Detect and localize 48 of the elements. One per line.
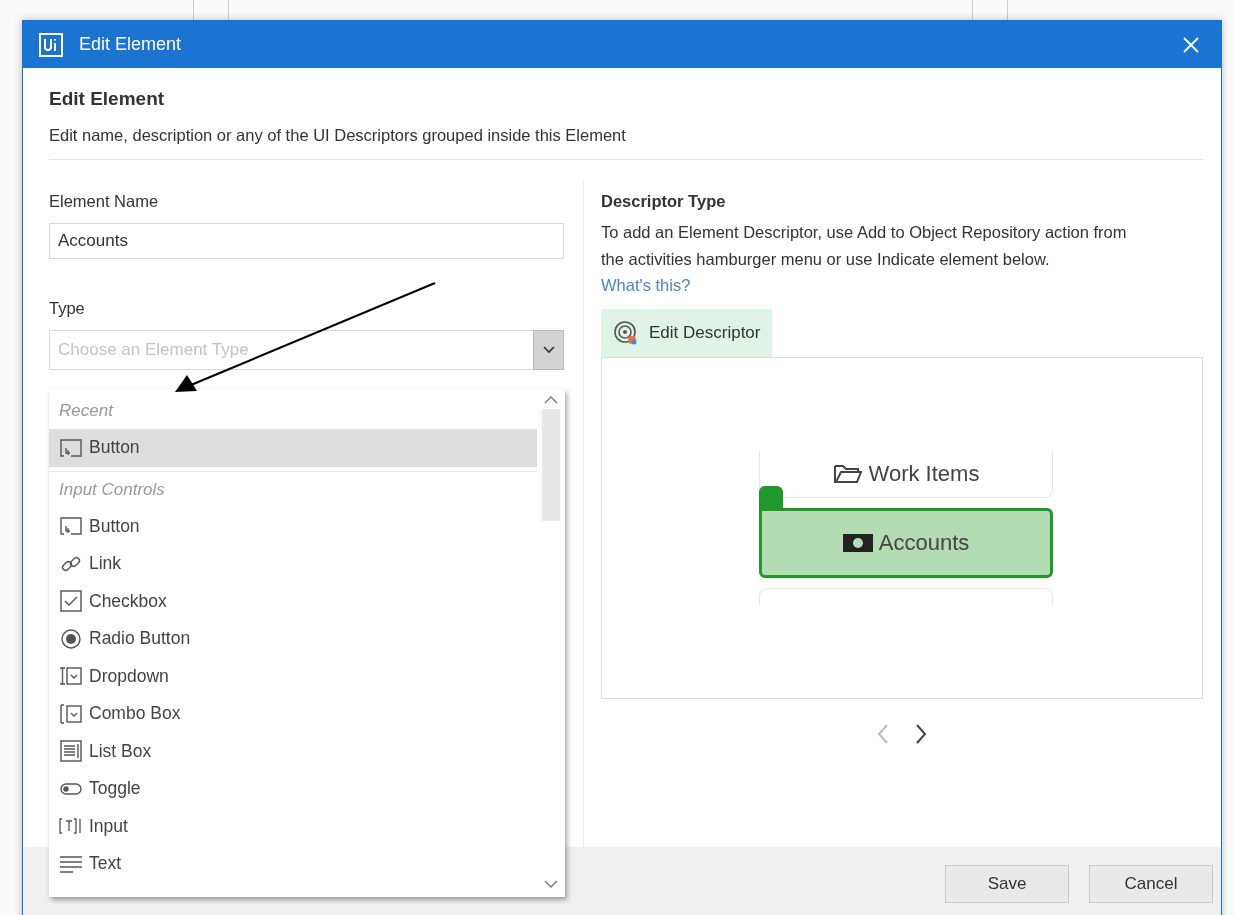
whats-this-link[interactable]: What's this? xyxy=(601,276,691,295)
dropdown-option[interactable]: Link xyxy=(49,545,537,583)
preview-label: Work Items xyxy=(868,461,980,487)
dropdown-option[interactable]: Checkbox xyxy=(49,582,537,620)
dropdown-option[interactable]: Dropdown xyxy=(49,657,537,695)
group-heading: Recent xyxy=(58,400,115,422)
dropdown-option[interactable]: Combo Box xyxy=(49,695,537,733)
dialog-button[interactable]: Cancel xyxy=(1089,865,1213,903)
button-icon xyxy=(59,515,83,538)
list-box-icon xyxy=(59,740,83,763)
folder-icon xyxy=(832,463,863,485)
dialog-heading: Edit Element xyxy=(49,88,166,110)
button-icon xyxy=(59,436,83,459)
dropdown-icon xyxy=(59,665,83,688)
radio-icon xyxy=(59,627,83,650)
group-heading: Input Controls xyxy=(58,478,166,501)
target-icon xyxy=(613,320,639,346)
dropdown-option[interactable]: Button xyxy=(49,429,537,467)
close-icon xyxy=(1182,35,1200,54)
chevron-right-icon xyxy=(914,723,928,745)
section-heading: Descriptor Type xyxy=(601,192,727,211)
chevron-down-icon xyxy=(543,879,559,889)
dialog-button[interactable]: Save xyxy=(945,865,1069,903)
chevron-down-icon xyxy=(541,345,556,355)
dialog-description: Edit name, description or any of the UI Descriptors grouped inside this Element xyxy=(49,126,627,145)
banknote-icon xyxy=(842,534,873,552)
window-title: Edit Element xyxy=(79,34,182,55)
previous-button[interactable] xyxy=(876,723,890,745)
dropdown-option[interactable]: Toggle xyxy=(49,770,537,808)
dropdown-option[interactable]: Input xyxy=(49,807,537,845)
dropdown-button[interactable] xyxy=(533,330,564,370)
combo-box-icon xyxy=(59,702,83,725)
chevron-left-icon xyxy=(876,723,890,745)
type-combo-field[interactable]: Choose an Element Type xyxy=(49,330,533,370)
preview-label: Accounts xyxy=(878,530,970,556)
checkbox-icon xyxy=(59,590,83,613)
dropdown-option[interactable]: Radio Button xyxy=(49,620,537,658)
app-logo-icon xyxy=(39,32,63,57)
dropdown-option[interactable]: Button xyxy=(49,507,537,545)
field-label: Type xyxy=(49,299,86,318)
name-input-field[interactable]: Accounts xyxy=(49,223,564,259)
descriptor-help-text: To add an Element Descriptor, use Add to Object Repository action from the activities hamburger menu or use Indicate element below. xyxy=(601,222,1128,270)
dropdown-option[interactable]: Text xyxy=(49,845,537,883)
chevron-up-icon xyxy=(543,395,559,405)
next-button[interactable] xyxy=(914,723,928,745)
dropdown-option[interactable]: List Box xyxy=(49,732,537,770)
field-label: Element Name xyxy=(49,192,160,211)
edit-descriptor-button[interactable]: Edit Descriptor xyxy=(601,309,773,357)
